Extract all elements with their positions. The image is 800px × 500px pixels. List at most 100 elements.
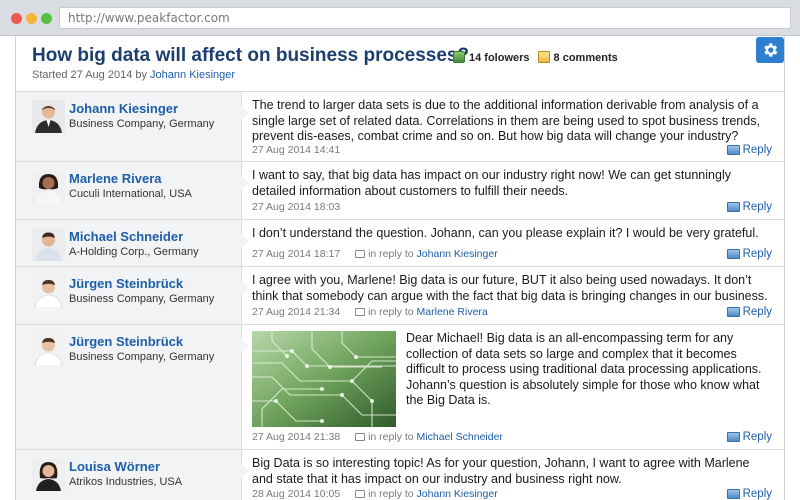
comments-count[interactable]: 8 comments (537, 51, 618, 64)
comment-thread: Johann Kiesinger Business Company, Germa… (16, 92, 784, 500)
address-bar[interactable]: http://www.peakfactor.com (59, 7, 791, 29)
comment-text: Big Data is so interesting topic! As for… (252, 456, 750, 486)
avatar[interactable] (32, 458, 65, 491)
comment-footer: 28 Aug 2014 10:05 in reply to Johann Kie… (252, 488, 772, 500)
reply-label: Reply (742, 144, 772, 156)
comment-text: Dear Michael! Big data is an all-encompa… (406, 331, 762, 407)
reply-button[interactable]: Reply (726, 144, 772, 156)
in-reply-prefix: in reply to (368, 488, 417, 500)
author-company: Business Company, Germany (69, 293, 215, 305)
comment-date: 27 Aug 2014 14:41 (252, 144, 341, 156)
speech-notch (241, 234, 249, 248)
author-name-link[interactable]: Louisa Wörner (69, 459, 160, 474)
comment-date: 27 Aug 2014 18:03 (252, 201, 341, 213)
author-name-link[interactable]: Marlene Rivera (69, 171, 162, 186)
followers-icon (453, 51, 465, 63)
comment-footer: 27 Aug 2014 21:38 in reply to Michael Sc… (252, 431, 772, 445)
author-company: A-Holding Corp., Germany (69, 246, 199, 258)
reply-arrow-icon (355, 250, 366, 258)
discussion-page: How big data will affect on business pro… (15, 36, 785, 500)
author-company: Atrikos Industries, USA (69, 476, 183, 488)
author-panel: Louisa Wörner Atrikos Industries, USA (16, 450, 242, 500)
in-reply-to: in reply to Johann Kiesinger (355, 488, 498, 500)
reply-icon (726, 489, 740, 499)
in-reply-to-link[interactable]: Johann Kiesinger (417, 488, 498, 500)
comment-footer: 27 Aug 2014 21:34 in reply to Marlene Ri… (252, 306, 772, 320)
topic-stats: 14 folowers 8 comments (453, 51, 618, 64)
comment-date: 28 Aug 2014 10:05 (252, 488, 341, 500)
comment-text: I agree with you, Marlene! Big data is o… (252, 273, 768, 303)
avatar[interactable] (32, 100, 65, 133)
comment-post: Jürgen Steinbrück Business Company, Germ… (16, 325, 784, 450)
avatar[interactable] (32, 228, 65, 261)
comment-date: 27 Aug 2014 18:17 (252, 248, 341, 260)
reply-icon (726, 249, 740, 259)
in-reply-to: in reply to Michael Schneider (355, 431, 503, 443)
reply-button[interactable]: Reply (726, 248, 772, 260)
author-panel: Michael Schneider A-Holding Corp., Germa… (16, 220, 242, 266)
reply-button[interactable]: Reply (726, 431, 772, 443)
maximize-window-button[interactable] (41, 13, 52, 24)
comment-post: Jürgen Steinbrück Business Company, Germ… (16, 267, 784, 325)
avatar[interactable] (32, 333, 65, 366)
browser-chrome: http://www.peakfactor.com (0, 0, 800, 36)
in-reply-to: in reply to Marlene Rivera (355, 306, 488, 318)
author-name-link[interactable]: Michael Schneider (69, 229, 183, 244)
author-name-link[interactable]: Johann Kiesinger (69, 101, 178, 116)
topic-started: Started 27 Aug 2014 by Johann Kiesinger (32, 69, 235, 81)
started-author-link[interactable]: Johann Kiesinger (150, 69, 235, 81)
author-panel: Marlene Rivera Cuculi International, USA (16, 162, 242, 219)
comment-post: Michael Schneider A-Holding Corp., Germa… (16, 220, 784, 267)
in-reply-to: in reply to Johann Kiesinger (355, 248, 498, 260)
topic-header: How big data will affect on business pro… (16, 36, 784, 92)
avatar[interactable] (32, 170, 65, 203)
avatar[interactable] (32, 275, 65, 308)
in-reply-to-link[interactable]: Michael Schneider (417, 431, 503, 443)
comment-date: 27 Aug 2014 21:38 (252, 431, 341, 443)
minimize-window-button[interactable] (26, 13, 37, 24)
settings-button[interactable] (756, 37, 784, 63)
close-window-button[interactable] (11, 13, 22, 24)
speech-notch (241, 176, 249, 190)
in-reply-prefix: in reply to (368, 431, 417, 443)
gear-icon (764, 43, 778, 57)
comment-date: 27 Aug 2014 21:34 (252, 306, 341, 318)
author-panel: Jürgen Steinbrück Business Company, Germ… (16, 325, 242, 449)
comment-text: I want to say, that big data has impact … (252, 168, 731, 198)
topic-title: How big data will affect on business pro… (32, 45, 470, 66)
speech-notch (241, 106, 249, 120)
reply-arrow-icon (355, 433, 366, 441)
reply-icon (726, 307, 740, 317)
author-name-link[interactable]: Jürgen Steinbrück (69, 276, 183, 291)
comment-post: Marlene Rivera Cuculi International, USA… (16, 162, 784, 220)
reply-button[interactable]: Reply (726, 488, 772, 500)
comment-text: I don’t understand the question. Johann,… (252, 226, 759, 240)
reply-button[interactable]: Reply (726, 306, 772, 318)
speech-notch (241, 339, 249, 353)
in-reply-prefix: in reply to (368, 306, 417, 318)
author-company: Business Company, Germany (69, 351, 215, 363)
comment-post: Louisa Wörner Atrikos Industries, USA Bi… (16, 450, 784, 500)
comment-footer: 27 Aug 2014 18:17 in reply to Johann Kie… (252, 248, 772, 262)
comment-post: Johann Kiesinger Business Company, Germa… (16, 92, 784, 162)
author-company: Cuculi International, USA (69, 188, 192, 200)
reply-button[interactable]: Reply (726, 201, 772, 213)
reply-label: Reply (742, 201, 772, 213)
comment-footer: 27 Aug 2014 18:03 Reply (252, 201, 772, 215)
in-reply-prefix: in reply to (368, 248, 417, 260)
reply-arrow-icon (355, 490, 366, 498)
started-prefix: Started 27 Aug 2014 by (32, 69, 151, 81)
author-panel: Johann Kiesinger Business Company, Germa… (16, 92, 242, 161)
reply-label: Reply (742, 488, 772, 500)
author-panel: Jürgen Steinbrück Business Company, Germ… (16, 267, 242, 324)
author-name-link[interactable]: Jürgen Steinbrück (69, 334, 183, 349)
followers-count[interactable]: 14 folowers (453, 51, 530, 64)
reply-icon (726, 202, 740, 212)
reply-label: Reply (742, 248, 772, 260)
comment-footer: 27 Aug 2014 14:41 Reply (252, 144, 772, 158)
in-reply-to-link[interactable]: Johann Kiesinger (417, 248, 498, 260)
reply-arrow-icon (355, 308, 366, 316)
circuit-board-image[interactable] (252, 331, 396, 427)
in-reply-to-link[interactable]: Marlene Rivera (417, 306, 488, 318)
reply-label: Reply (742, 431, 772, 443)
